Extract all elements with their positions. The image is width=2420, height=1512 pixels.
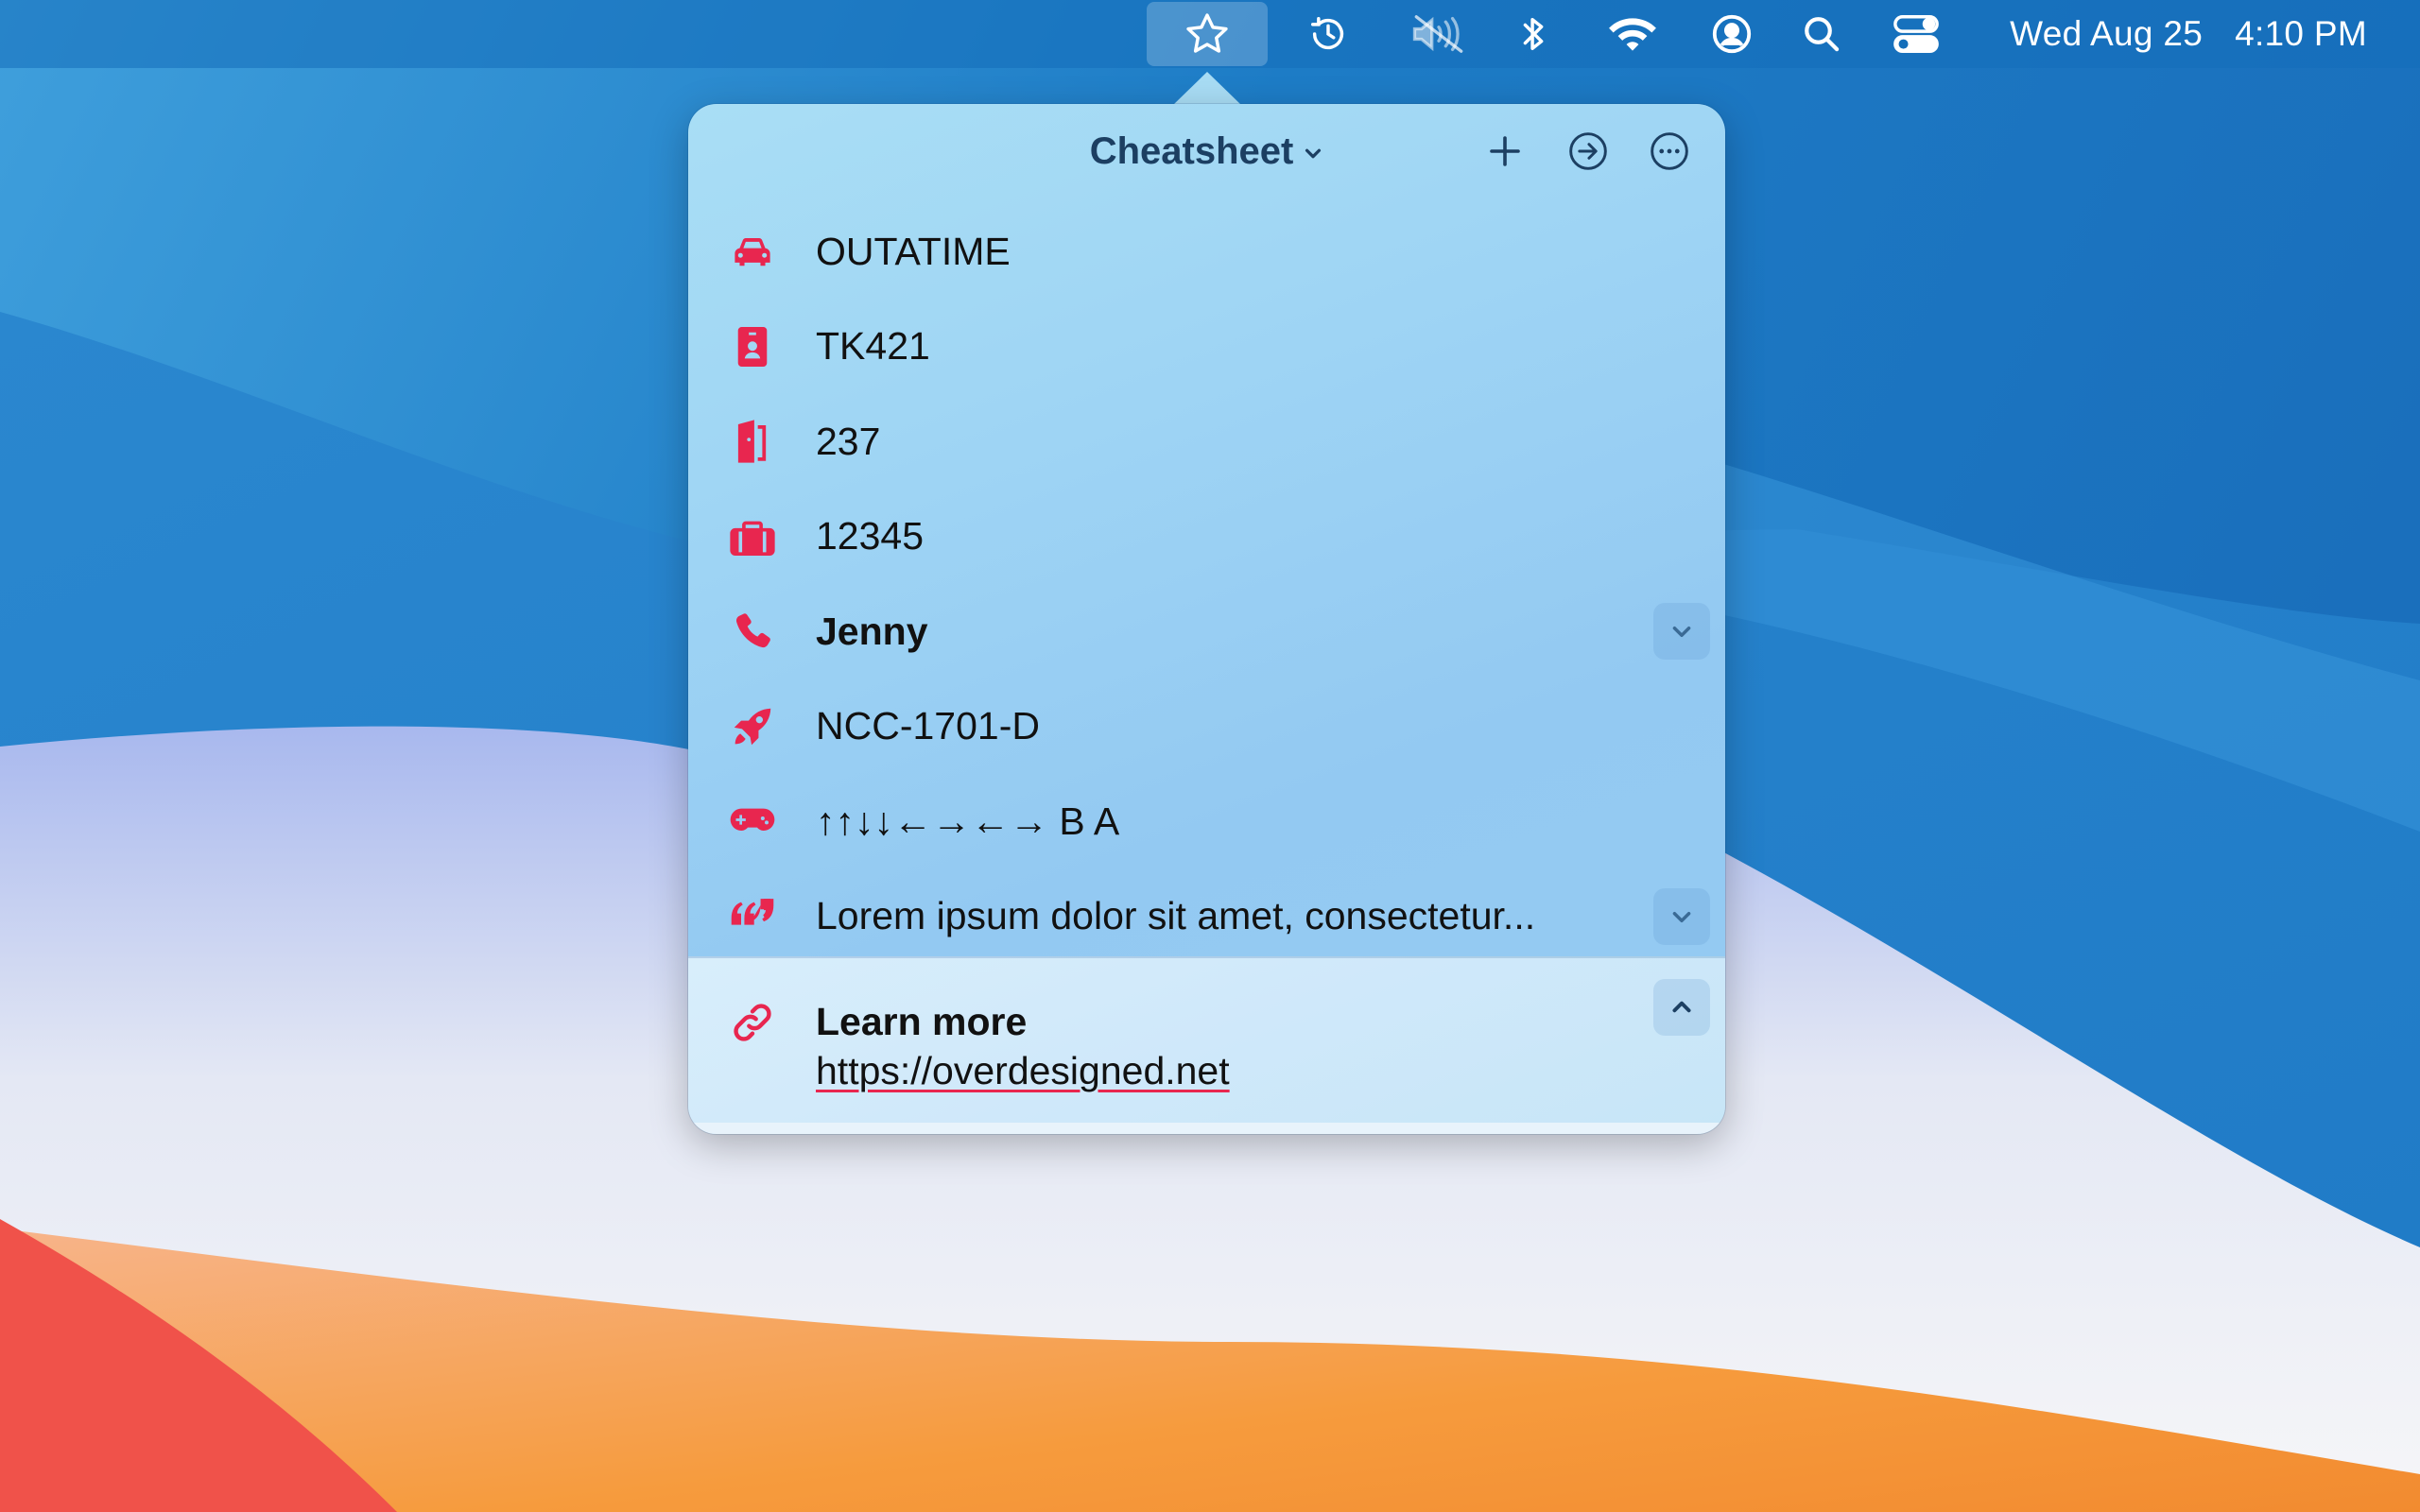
- expanded-list-item[interactable]: Learn more https://overdesigned.net: [688, 956, 1725, 1125]
- time-machine-icon[interactable]: [1295, 0, 1361, 68]
- bluetooth-icon[interactable]: [1512, 0, 1556, 68]
- briefcase-icon: [726, 510, 779, 563]
- item-text: ↑↑↓↓←→←→ B A: [816, 799, 1120, 843]
- control-center-icon[interactable]: [1889, 0, 1944, 68]
- wifi-icon[interactable]: [1603, 0, 1662, 68]
- list-item[interactable]: TK421: [688, 300, 1725, 395]
- item-title: Learn more: [816, 1000, 1028, 1043]
- item-text: TK421: [816, 324, 930, 369]
- id-badge-icon: [726, 320, 779, 373]
- user-icon[interactable]: [1705, 0, 1758, 68]
- chevron-up-icon: [1672, 1001, 1691, 1013]
- item-text: OUTATIME: [816, 229, 1011, 273]
- popover-pointer: [1172, 72, 1242, 106]
- list-item[interactable]: 12345: [688, 490, 1725, 585]
- rocket-icon: [726, 700, 779, 753]
- cheatsheet-popover: Cheatsheet OUTATIME TK421 237 12345 Jenn…: [688, 104, 1725, 1134]
- popover-bottom-edge: [688, 1123, 1725, 1134]
- phone-icon: [726, 605, 779, 658]
- popover-header: Cheatsheet: [688, 104, 1725, 198]
- item-text: NCC-1701-D: [816, 704, 1040, 748]
- list-item[interactable]: NCC-1701-D: [688, 679, 1725, 775]
- menu-bar-clock[interactable]: Wed Aug 25 4:10 PM: [2010, 0, 2367, 68]
- expand-button[interactable]: [1653, 603, 1710, 661]
- list-item[interactable]: Jenny: [688, 584, 1725, 679]
- add-icon[interactable]: [1480, 127, 1530, 176]
- clock-time: 4:10 PM: [2235, 14, 2367, 53]
- quote-icon: [726, 890, 779, 943]
- list-item[interactable]: ↑↑↓↓←→←→ B A: [688, 774, 1725, 869]
- chevron-down-icon: [1305, 148, 1322, 159]
- item-text: Lorem ipsum dolor sit amet, consectetur.…: [816, 894, 1536, 938]
- volume-muted-icon[interactable]: [1403, 0, 1475, 68]
- item-text: 12345: [816, 514, 925, 558]
- popover-title: Cheatsheet: [1089, 129, 1294, 172]
- menu-bar: Wed Aug 25 4:10 PM: [0, 0, 2420, 68]
- item-text: Jenny: [816, 609, 928, 653]
- item-text: 237: [816, 419, 881, 463]
- gamepad-icon: [726, 795, 779, 848]
- star-icon[interactable]: [1147, 2, 1268, 66]
- list-item[interactable]: 237: [688, 394, 1725, 490]
- cheatsheet-list: OUTATIME TK421 237 12345 Jenny NCC-1701-…: [688, 204, 1725, 964]
- car-icon: [726, 225, 779, 278]
- more-icon[interactable]: [1645, 127, 1694, 176]
- chevron-down-icon: [1672, 911, 1691, 922]
- open-icon[interactable]: [1564, 127, 1613, 176]
- collapse-button[interactable]: [1653, 979, 1710, 1036]
- item-link[interactable]: https://overdesigned.net: [816, 1049, 1230, 1093]
- chevron-down-icon: [1672, 627, 1691, 638]
- clock-date: Wed Aug 25: [2010, 14, 2204, 53]
- link-icon: [726, 996, 779, 1049]
- list-item[interactable]: OUTATIME: [688, 204, 1725, 300]
- door-icon: [726, 415, 779, 468]
- spotlight-search-icon[interactable]: [1798, 0, 1845, 68]
- expand-button[interactable]: [1653, 887, 1710, 945]
- list-item[interactable]: Lorem ipsum dolor sit amet, consectetur.…: [688, 869, 1725, 965]
